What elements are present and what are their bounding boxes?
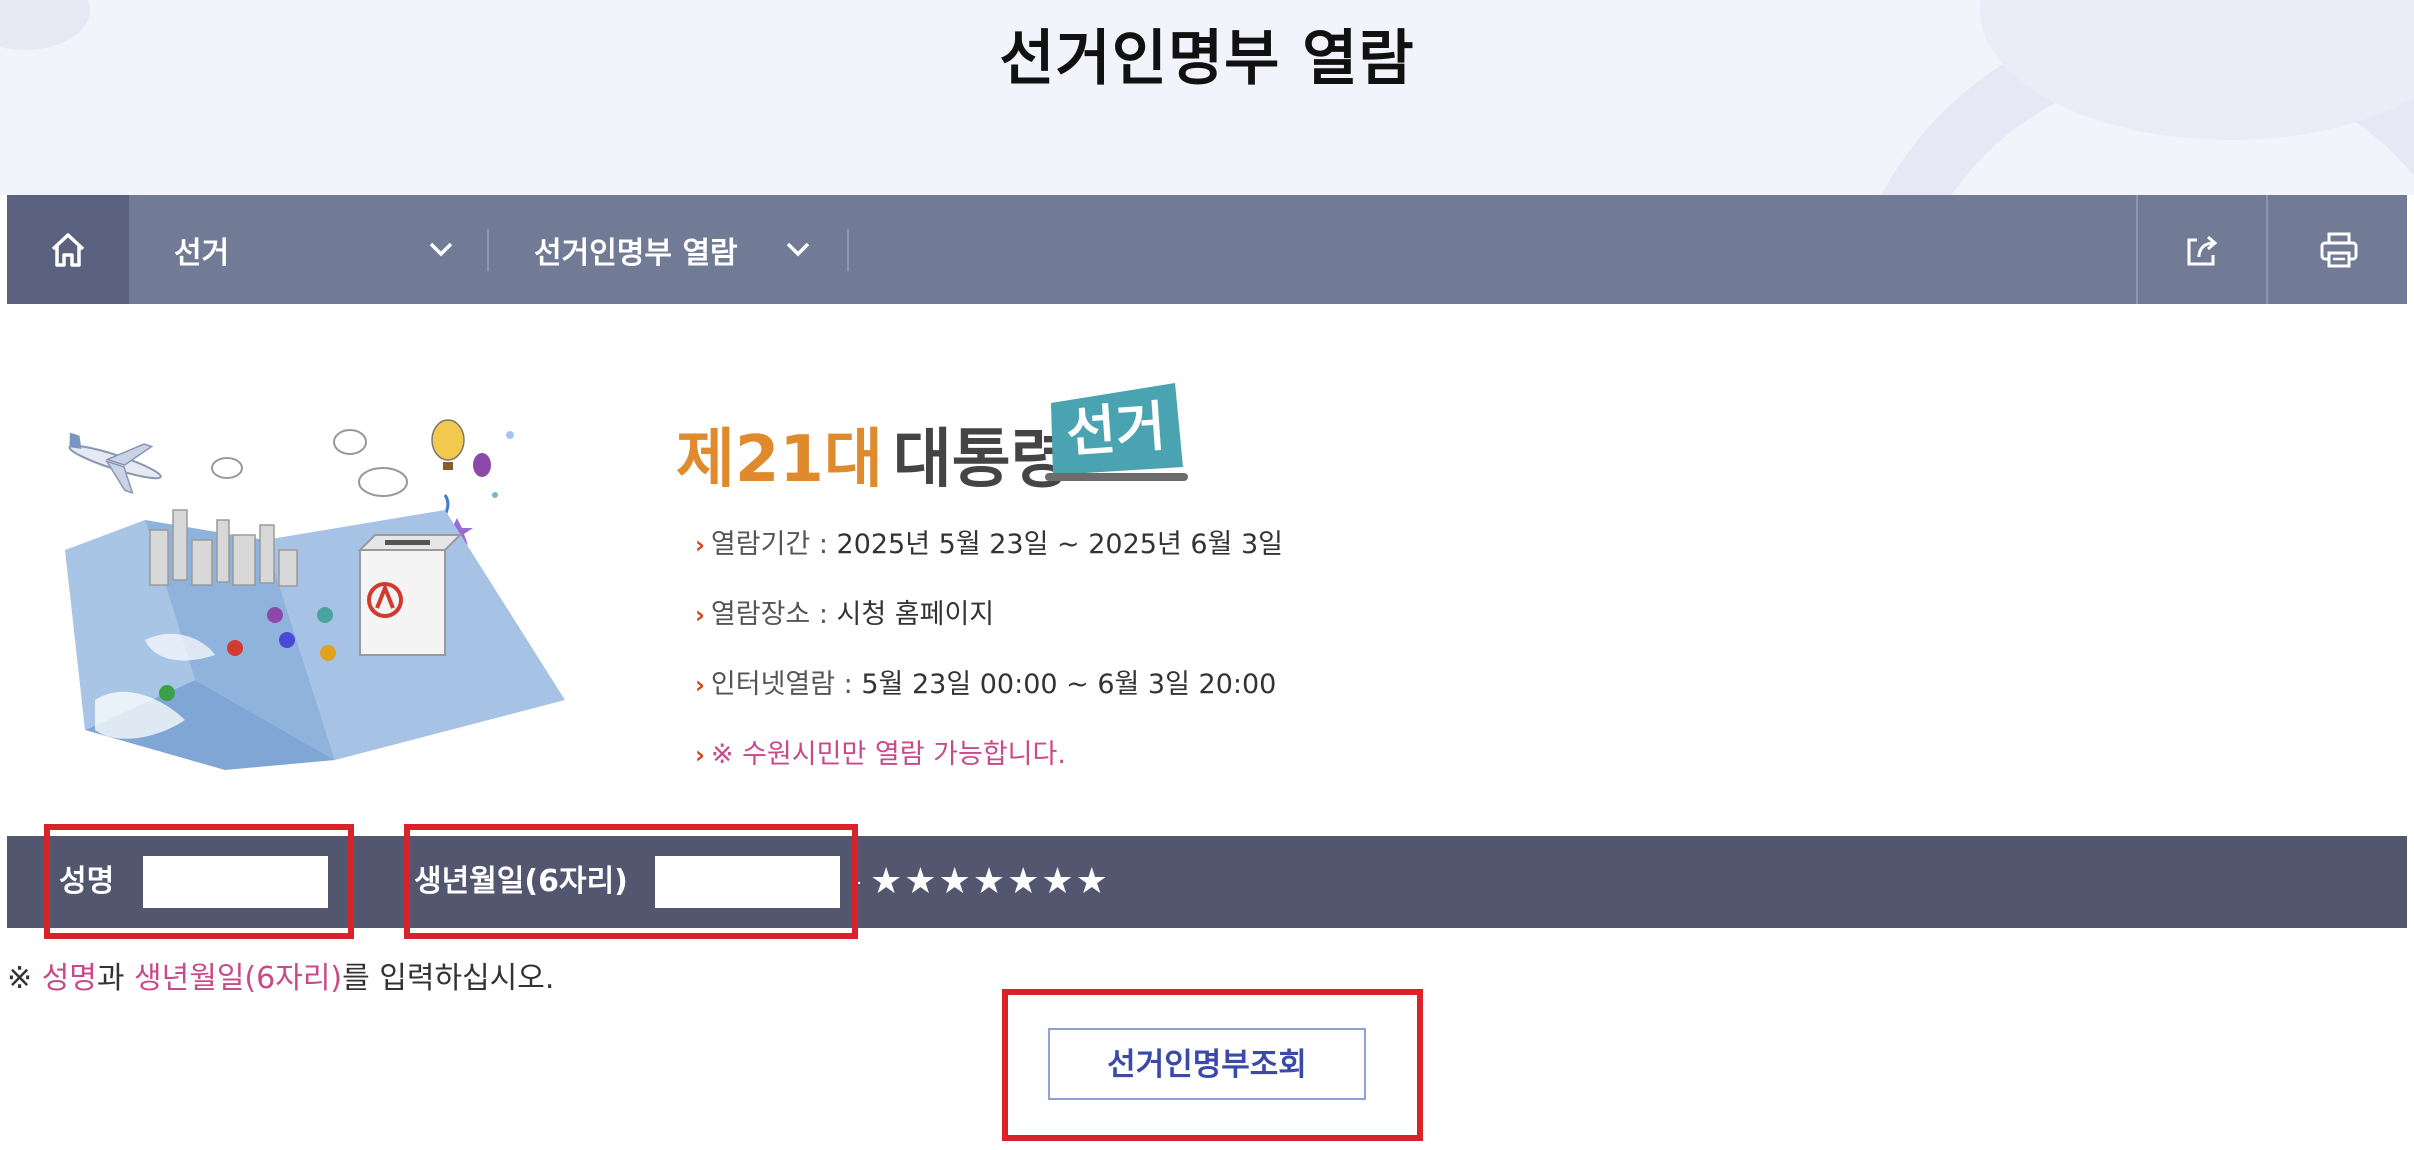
header-band: 선거인명부 열람 (0, 0, 2414, 195)
print-button[interactable] (2266, 195, 2409, 304)
home-button[interactable] (7, 195, 129, 304)
nav-dropdown-label: 선거인명부 열람 (534, 235, 738, 271)
info-period: › 열람기간 : 2025년 5월 23일 ~ 2025년 6월 3일 (695, 522, 1283, 561)
info-notice: › ※ 수원시민만 열람 가능합니다. (695, 732, 1066, 771)
search-form: 성명 생년월일(6자리) - ★★★★★★★ (7, 836, 2407, 928)
nav-dropdown-label: 선거 (174, 235, 230, 271)
info-place: › 열람장소 : 시청 홈페이지 (695, 592, 994, 631)
info-internet: › 인터넷열람 : 5월 23일 00:00 ~ 6월 3일 20:00 (695, 662, 1276, 701)
instruction-name: 성명 (41, 961, 97, 996)
share-button[interactable] (2136, 195, 2266, 304)
chevron-right-icon: › (695, 601, 705, 629)
nav-dropdown-election[interactable]: 선거 (129, 195, 494, 304)
info-value: 5월 23일 00:00 ~ 6월 3일 20:00 (861, 669, 1277, 700)
info-value: 2025년 5월 23일 ~ 2025년 6월 3일 (836, 529, 1283, 560)
form-instruction: ※ 성명과 생년월일(6자리)를 입력하십시오. (7, 953, 554, 997)
masked-id-suffix: ★★★★★★★ (870, 861, 1110, 902)
chevron-down-icon (429, 242, 453, 257)
info-label: 인터넷열람 : (710, 669, 862, 700)
breadcrumb-nav: 선거 선거인명부 열람 (7, 195, 2407, 304)
highlight-box (404, 824, 858, 939)
chevron-right-icon: › (695, 531, 705, 559)
notice-text: ※ 수원시민만 열람 가능합니다. (710, 739, 1066, 770)
info-label: 열람장소 : (710, 599, 837, 630)
instruction-suffix: 를 입력하십시오. (342, 961, 555, 996)
chevron-right-icon: › (695, 671, 705, 699)
voter-roll-search-button[interactable]: 선거인명부조회 (1048, 1028, 1366, 1100)
print-icon (2320, 232, 2357, 267)
badge-label: 선거 (1064, 394, 1168, 465)
election-heading: 제21대 대통령 (676, 420, 1069, 500)
instruction-birth: 생년월일(6자리) (134, 961, 343, 996)
chevron-down-icon (786, 242, 810, 257)
page-title: 선거인명부 열람 (999, 24, 1415, 94)
info-value: 시청 홈페이지 (836, 599, 995, 630)
home-icon (51, 232, 85, 267)
nav-divider (847, 229, 849, 271)
instruction-conj: 과 (96, 961, 135, 996)
info-label: 열람기간 : (710, 529, 837, 560)
chevron-right-icon: › (695, 741, 705, 769)
nav-dropdown-roll[interactable]: 선거인명부 열람 (489, 195, 849, 304)
share-icon (2187, 235, 2218, 265)
instruction-prefix: ※ (7, 961, 42, 996)
election-badge: 선거 (1043, 375, 1188, 487)
election-ordinal: 제21대 (676, 423, 883, 497)
highlight-box (44, 824, 354, 939)
election-map-illustration (65, 419, 565, 770)
